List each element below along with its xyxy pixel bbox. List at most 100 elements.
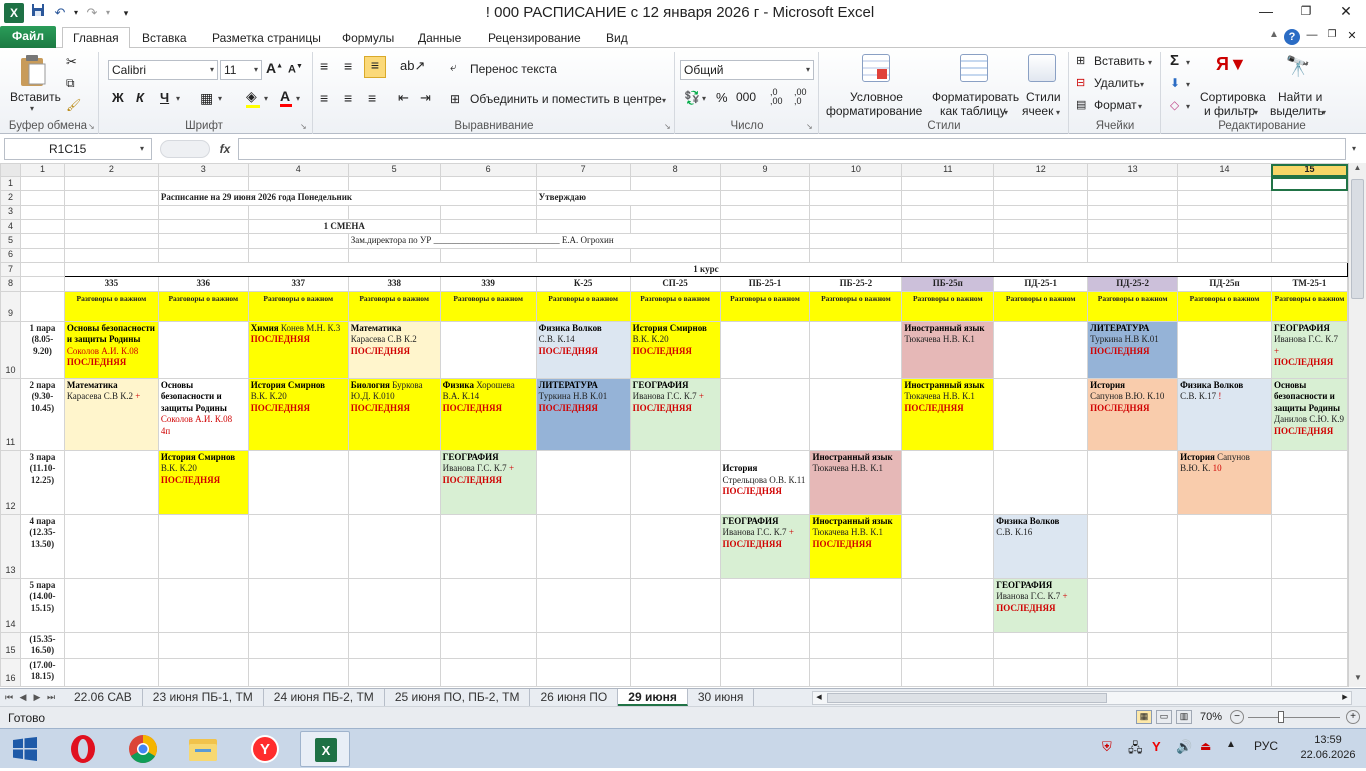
delete-cells-button[interactable]: Удалить bbox=[1094, 76, 1140, 90]
conditional-formatting-icon[interactable] bbox=[862, 54, 890, 82]
format-as-table-dropdown-icon[interactable]: ▾ bbox=[1004, 108, 1008, 117]
decrease-decimal-icon[interactable]: ,00,0 bbox=[794, 88, 807, 106]
number-format-dropdown-icon[interactable]: ▾ bbox=[806, 61, 810, 79]
zoom-in-icon[interactable]: + bbox=[1346, 710, 1360, 724]
row-header[interactable]: 6 bbox=[0, 247, 21, 263]
underline-button[interactable]: Ч bbox=[160, 90, 169, 105]
sheet-tab[interactable]: 25 июня ПО, ПБ-2, ТМ bbox=[385, 689, 531, 706]
format-as-table-icon[interactable] bbox=[960, 54, 988, 82]
format-cells-button[interactable]: Формат bbox=[1094, 98, 1137, 112]
cell-styles-icon[interactable] bbox=[1028, 54, 1056, 82]
italic-button[interactable]: К bbox=[136, 90, 144, 105]
clear-dropdown-icon[interactable]: ▾ bbox=[1186, 102, 1190, 111]
sheet-tab[interactable]: 26 июня ПО bbox=[530, 689, 619, 706]
col-header[interactable]: 2 bbox=[63, 163, 159, 177]
decrease-indent-icon[interactable]: ⇤ bbox=[398, 90, 409, 106]
volume-tray-icon[interactable]: 🔊 bbox=[1176, 739, 1192, 755]
merge-center-button[interactable]: Объединить и поместить в центре bbox=[470, 92, 662, 106]
align-center-icon[interactable]: ≡ bbox=[344, 90, 352, 106]
delete-cells-icon[interactable]: ⊟ bbox=[1076, 76, 1085, 89]
font-name-dropdown-icon[interactable]: ▾ bbox=[210, 61, 214, 79]
row-header[interactable]: 7 bbox=[0, 261, 21, 277]
row-header[interactable]: 10 bbox=[0, 320, 21, 379]
horizontal-scrollbar[interactable]: ◀ ▶ bbox=[812, 691, 1352, 705]
fill-dropdown-icon[interactable]: ▾ bbox=[1186, 80, 1190, 89]
find-select-dropdown-icon[interactable]: ▾ bbox=[1322, 108, 1326, 117]
page-layout-view-icon[interactable]: ▭ bbox=[1156, 710, 1172, 724]
row-header[interactable]: 13 bbox=[0, 513, 21, 579]
minimize-icon[interactable]: — bbox=[1246, 0, 1286, 22]
zoom-slider[interactable] bbox=[1248, 717, 1340, 718]
clipboard-launcher-icon[interactable]: ↘ bbox=[88, 122, 95, 131]
col-header[interactable]: 8 bbox=[629, 163, 721, 177]
row-header[interactable]: 1 bbox=[0, 176, 21, 191]
font-color-icon[interactable]: A bbox=[280, 88, 292, 107]
row-header[interactable]: 4 bbox=[0, 218, 21, 234]
row-header[interactable]: 2 bbox=[0, 190, 21, 206]
clear-icon[interactable]: ◇ bbox=[1170, 98, 1179, 112]
page-break-view-icon[interactable]: ▥ bbox=[1176, 710, 1192, 724]
orientation-icon[interactable]: ab↗ bbox=[400, 58, 425, 74]
row-header[interactable]: 11 bbox=[0, 377, 21, 451]
row-header[interactable]: 16 bbox=[0, 657, 21, 687]
col-header[interactable]: 1 bbox=[19, 163, 65, 177]
col-header[interactable]: 12 bbox=[993, 163, 1089, 177]
network-tray-icon[interactable]: 🖧 bbox=[1128, 739, 1143, 761]
antivirus-tray-icon[interactable]: ⛨ bbox=[1102, 739, 1112, 755]
col-header[interactable]: 3 bbox=[157, 163, 249, 177]
prev-sheet-icon[interactable]: ◀ bbox=[16, 689, 30, 706]
help-icon[interactable]: ? bbox=[1284, 29, 1300, 45]
format-as-table-label2[interactable]: как таблицу bbox=[940, 104, 1006, 118]
usb-tray-icon[interactable]: ⏏ bbox=[1200, 739, 1211, 753]
col-header[interactable]: 10 bbox=[809, 163, 903, 177]
tab-page-layout[interactable]: Разметка страницы bbox=[202, 28, 331, 48]
redo-dropdown-icon[interactable]: ▾ bbox=[98, 3, 118, 23]
close-icon[interactable]: ✕ bbox=[1326, 0, 1366, 22]
tab-formulas[interactable]: Формулы bbox=[332, 28, 404, 48]
scroll-right-icon[interactable]: ▶ bbox=[1339, 692, 1351, 704]
selected-cell[interactable] bbox=[1270, 176, 1348, 191]
paste-icon[interactable] bbox=[18, 52, 48, 90]
col-header[interactable]: 5 bbox=[347, 163, 441, 177]
format-as-table-label1[interactable]: Форматировать bbox=[932, 90, 1019, 104]
tab-review[interactable]: Рецензирование bbox=[478, 28, 591, 48]
autosum-dropdown-icon[interactable]: ▾ bbox=[1186, 58, 1190, 67]
zoom-out-icon[interactable]: − bbox=[1230, 710, 1244, 724]
next-sheet-icon[interactable]: ▶ bbox=[30, 689, 44, 706]
col-header[interactable]: 11 bbox=[901, 163, 995, 177]
save-icon[interactable] bbox=[28, 3, 48, 23]
first-sheet-icon[interactable]: ⏮ bbox=[2, 689, 16, 706]
delete-cells-dropdown-icon[interactable]: ▾ bbox=[1140, 80, 1144, 89]
decrease-font-icon[interactable]: A▼ bbox=[288, 63, 303, 76]
select-all-corner[interactable] bbox=[0, 163, 21, 177]
comma-style-icon[interactable]: 000 bbox=[736, 90, 756, 104]
show-hidden-icons[interactable]: ▲ bbox=[1226, 739, 1236, 750]
paste-button[interactable]: Вставить bbox=[10, 90, 61, 104]
font-name-select[interactable]: Calibri ▾ bbox=[108, 60, 218, 80]
row-header[interactable]: 12 bbox=[0, 449, 21, 515]
chrome-icon[interactable] bbox=[118, 731, 168, 767]
yandex-tray-icon[interactable]: Y bbox=[1152, 739, 1161, 754]
col-header[interactable]: 7 bbox=[535, 163, 631, 177]
font-size-select[interactable]: 11 ▾ bbox=[220, 60, 262, 80]
expand-formula-bar-icon[interactable]: ▾ bbox=[1352, 144, 1356, 153]
cell-styles-label2[interactable]: ячеек bbox=[1022, 104, 1053, 118]
scroll-thumb[interactable] bbox=[1351, 179, 1364, 299]
currency-icon[interactable]: 💱 bbox=[684, 90, 700, 106]
align-middle-icon[interactable]: ≡ bbox=[344, 58, 352, 74]
workbook-close-icon[interactable]: ✕ bbox=[1344, 29, 1360, 45]
scroll-down-icon[interactable]: ▼ bbox=[1349, 673, 1366, 687]
sort-filter-label2[interactable]: и фильтр bbox=[1204, 104, 1255, 118]
col-header[interactable]: 14 bbox=[1177, 163, 1272, 177]
copy-icon[interactable]: ⧉ bbox=[66, 76, 75, 91]
increase-font-icon[interactable]: A▲ bbox=[266, 60, 283, 76]
conditional-formatting-label2[interactable]: форматирование bbox=[826, 104, 922, 118]
scroll-left-icon[interactable]: ◀ bbox=[813, 692, 825, 704]
currency-dropdown-icon[interactable]: ▾ bbox=[702, 94, 706, 103]
name-box-dropdown-icon[interactable]: ▾ bbox=[140, 144, 144, 153]
col-header[interactable]: 9 bbox=[719, 163, 811, 177]
font-color-dropdown-icon[interactable]: ▾ bbox=[296, 94, 300, 103]
zoom-slider-thumb[interactable] bbox=[1278, 711, 1284, 723]
align-right-icon[interactable]: ≡ bbox=[368, 90, 376, 106]
normal-view-icon[interactable]: ▦ bbox=[1136, 710, 1152, 724]
